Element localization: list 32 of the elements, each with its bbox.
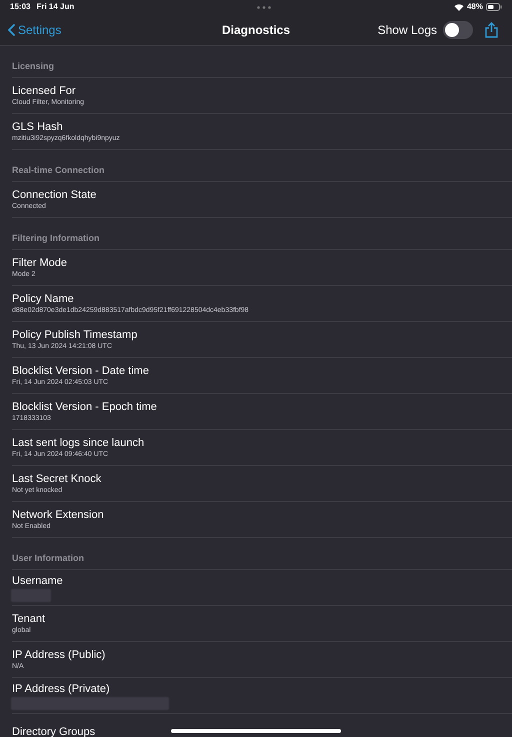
- row-title: Connection State: [12, 188, 96, 202]
- battery-icon: [486, 3, 502, 11]
- row-title: Directory Groups: [12, 724, 96, 737]
- section-header: Real-time Connection: [12, 164, 105, 176]
- status-time: 15:03: [10, 1, 30, 13]
- status-date: Fri 14 Jun: [36, 1, 74, 13]
- wifi-icon: [454, 3, 464, 11]
- row-title: IP Address (Private): [12, 682, 110, 696]
- row-title: Policy Name: [12, 292, 74, 306]
- row-title: Last sent logs since launch: [12, 436, 144, 450]
- back-button[interactable]: Settings: [8, 21, 62, 39]
- row-title: Tenant: [12, 612, 46, 626]
- row-title: Blocklist Version - Epoch time: [12, 400, 157, 414]
- back-chevron-icon: [8, 24, 15, 36]
- battery-percentage: 48%: [466, 1, 483, 13]
- row-title: Network Extension: [12, 508, 104, 522]
- row-title: Blocklist Version - Date time: [12, 364, 149, 378]
- section-header: User Information: [12, 552, 84, 564]
- row-title: Policy Publish Timestamp: [12, 328, 138, 342]
- share-icon[interactable]: [485, 22, 498, 38]
- page-title: Diagnostics: [222, 22, 290, 39]
- row-title: Filter Mode: [12, 256, 68, 270]
- row-title: Username: [12, 574, 63, 588]
- row-title: Last Secret Knock: [12, 472, 102, 486]
- section-header: Licensing: [12, 60, 54, 73]
- show-logs-toggle[interactable]: [443, 21, 473, 39]
- more-dots-icon: [257, 6, 272, 8]
- toggle-label: Show Logs: [378, 22, 437, 39]
- row-title: IP Address (Public): [12, 648, 106, 662]
- row-title: Licensed For: [12, 84, 76, 98]
- row-title: GLS Hash: [12, 120, 63, 134]
- section-header: Filtering Information: [12, 232, 100, 245]
